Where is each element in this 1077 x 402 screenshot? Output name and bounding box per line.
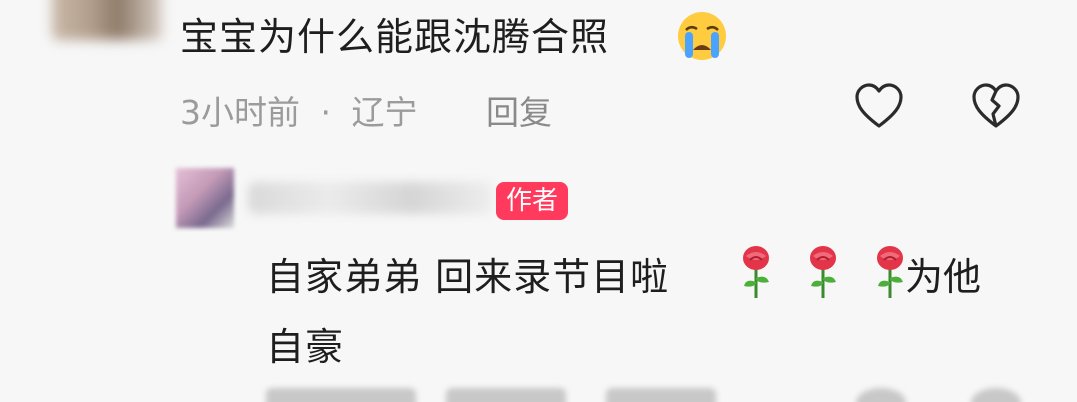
comment-thread: 宝宝为什么能跟沈腾合照 3小时前 · 辽宁 回复 作者 自家弟弟 回来录节目啦 <box>0 0 1077 402</box>
blurred-icon <box>856 388 906 402</box>
reply-text-line2: 自豪 <box>266 325 345 369</box>
blurred-icon <box>971 388 1021 402</box>
rose-emoji <box>743 246 769 298</box>
reply-text-tail: 为他 <box>905 255 982 299</box>
reply-text-line1: 自家弟弟 回来录节目啦 <box>266 255 670 299</box>
blurred-text <box>266 388 416 402</box>
blurred-text <box>446 388 566 402</box>
avatar-commenter[interactable] <box>52 0 162 40</box>
comment-meta: 3小时前 · 辽宁 <box>180 86 418 134</box>
avatar-author[interactable] <box>176 168 234 228</box>
meta-separator: · <box>320 93 332 132</box>
comment-time: 3小时前 <box>180 93 300 132</box>
author-nickname[interactable] <box>248 182 493 214</box>
reply-button[interactable]: 回复 <box>486 86 552 134</box>
comment-text: 宝宝为什么能跟沈腾合照 <box>180 15 610 59</box>
comment-location: 辽宁 <box>351 93 418 132</box>
rose-emoji <box>810 246 837 298</box>
author-badge: 作者 <box>496 182 569 220</box>
crying-face-emoji <box>678 12 726 60</box>
broken-heart-icon[interactable] <box>970 82 1022 130</box>
blurred-text <box>606 388 716 402</box>
rose-emoji-group <box>736 244 932 300</box>
heart-icon[interactable] <box>853 82 905 130</box>
next-row-cutoff <box>266 388 1077 402</box>
